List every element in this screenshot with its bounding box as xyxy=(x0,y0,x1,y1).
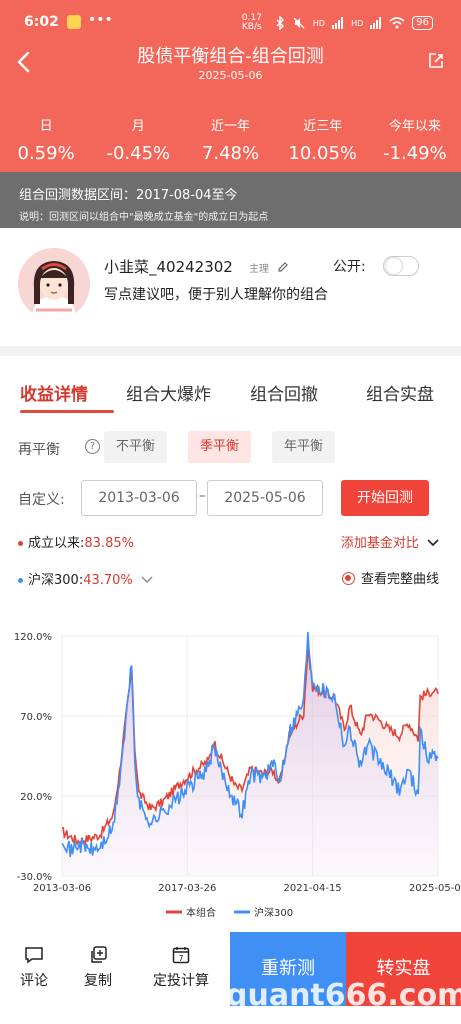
mute-icon xyxy=(293,17,305,29)
more-notifications-icon: ••• xyxy=(88,12,113,28)
signal-hd-2: HD xyxy=(351,18,364,28)
svg-text:7: 7 xyxy=(178,954,183,963)
radio-icon xyxy=(341,572,355,585)
tab-drawdown[interactable]: 组合回撤 xyxy=(250,380,318,405)
stat-month: 月 -0.45% xyxy=(106,119,171,164)
status-time: 6:02 xyxy=(24,14,59,30)
avatar[interactable] xyxy=(18,248,90,320)
wifi-icon xyxy=(389,17,405,29)
tab-bar: 收益详情 组合大爆炸 组合回撤 组合实盘 xyxy=(0,380,461,413)
header-bar: 6:02 ••• 0.17 KB/s HD HD 96 股债平衡组合-组合回测 … xyxy=(0,0,461,172)
backtest-range-note: 说明：回测区间以组合中"最晚成立基金"的成立日为起点 xyxy=(19,212,269,223)
public-label: 公开: xyxy=(333,259,366,275)
net-speed: 0.17 KB/s xyxy=(241,13,262,32)
x-tick-label: 2025-05-06 xyxy=(409,883,461,894)
page-date: 2025-05-06 xyxy=(198,69,263,82)
copy-button[interactable]: 复制 xyxy=(80,946,116,990)
calendar-icon: 7 xyxy=(172,947,190,964)
start-backtest-button[interactable]: 开始回测 xyxy=(341,480,429,516)
watermark: quant666.com xyxy=(226,978,461,1013)
signal-hd-1: HD xyxy=(312,18,326,28)
sip-calc-button[interactable]: 7 定投计算 xyxy=(147,946,215,990)
comment-button[interactable]: 评论 xyxy=(16,946,52,990)
portfolio-description[interactable]: 写点建议吧，便于别人理解你的组合 xyxy=(104,284,344,306)
x-tick-label: 2017-03-26 xyxy=(158,883,216,894)
notification-app-icon xyxy=(67,15,81,29)
sip-calc-label: 定投计算 xyxy=(153,973,209,989)
avatar-illustration xyxy=(18,248,90,320)
y-tick-label: -30.0% xyxy=(17,872,52,883)
rebalance-row: 再平衡 ? 不平衡 季平衡 年平衡 xyxy=(18,431,458,463)
stat-day: 日 0.59% xyxy=(17,119,75,164)
active-tab-indicator xyxy=(20,410,114,413)
owner-tag: 主理 xyxy=(249,264,269,275)
comment-icon xyxy=(25,947,43,964)
y-tick-label: 120.0% xyxy=(14,632,52,643)
portfolio-dot xyxy=(18,541,23,546)
add-fund-label: 添加基金对比 xyxy=(340,536,419,551)
legend-label-portfolio: 本组合 xyxy=(186,906,216,919)
end-date-input[interactable]: 2025-05-06 xyxy=(207,480,323,516)
help-icon[interactable]: ? xyxy=(85,439,100,454)
profile-card: 小韭菜_40242302 主理 公开: 写点建议吧，便于别人理解你的组合 xyxy=(0,228,461,346)
hs300-value: 43.70% xyxy=(83,573,133,588)
return-chart[interactable]: 120.0% 70.0% 20.0% -30.0%2013-03-06 2017-03-… xyxy=(0,624,461,924)
back-icon[interactable] xyxy=(14,50,34,74)
date-separator: – xyxy=(199,488,206,504)
backtest-range-band: 组合回测数据区间：2017-08-04至今 说明：回测区间以组合中"最晚成立基金… xyxy=(0,172,461,228)
y-tick-label: 70.0% xyxy=(20,712,52,723)
stat-3y: 近三年 10.05% xyxy=(288,119,358,164)
stat-1y: 近一年 7.48% xyxy=(201,119,260,164)
share-icon[interactable] xyxy=(427,52,445,70)
add-fund-compare[interactable]: 添加基金对比 xyxy=(341,532,439,551)
signal-icon-2 xyxy=(370,17,382,29)
y-tick-label: 20.0% xyxy=(20,792,52,803)
rebalance-yearly[interactable]: 年平衡 xyxy=(272,431,336,463)
return-stats: 日 0.59% 月 -0.45% 近一年 7.48% 近三年 10.05% 今年以来 -1… xyxy=(0,115,461,164)
username: 小韭菜_40242302 xyxy=(104,258,233,276)
rebalance-quarterly[interactable]: 季平衡 xyxy=(188,431,252,463)
full-curve-toggle[interactable]: 查看完整曲线 xyxy=(341,568,439,587)
tab-returns[interactable]: 收益详情 xyxy=(20,380,88,405)
hs300-compare[interactable]: 沪深300:43.70% xyxy=(18,569,153,588)
tab-explosion[interactable]: 组合大爆炸 xyxy=(126,380,211,405)
copy-label: 复制 xyxy=(84,973,112,989)
custom-range-row: 自定义: 2013-03-06 – 2025-05-06 开始回测 xyxy=(18,480,458,516)
rebalance-label: 再平衡 xyxy=(18,442,60,458)
stat-ytd: 今年以来 -1.49% xyxy=(383,119,447,164)
legend-label-hs300: 沪深300 xyxy=(254,906,293,919)
main-panel: 收益详情 组合大爆炸 组合回撤 组合实盘 再平衡 ? 不平衡 季平衡 年平衡 自… xyxy=(0,356,461,932)
x-tick-label: 2013-03-06 xyxy=(33,883,91,894)
hs300-label: 沪深300: xyxy=(28,573,84,588)
public-toggle[interactable] xyxy=(383,256,419,276)
tab-live[interactable]: 组合实盘 xyxy=(366,380,434,405)
since-inception: 成立以来:83.85% xyxy=(18,532,134,551)
chevron-down-icon xyxy=(427,539,439,547)
custom-label: 自定义: xyxy=(18,492,65,508)
battery-icon: 96 xyxy=(412,16,433,30)
x-tick-label: 2021-04-15 xyxy=(284,883,342,894)
hs300-dot xyxy=(18,578,23,583)
bluetooth-icon xyxy=(276,16,284,30)
status-bar: 6:02 ••• 0.17 KB/s HD HD 96 xyxy=(0,0,461,40)
rebalance-none[interactable]: 不平衡 xyxy=(104,431,168,463)
since-value: 83.85% xyxy=(84,536,134,551)
page-title: 股债平衡组合-组合回测 xyxy=(137,46,324,67)
backtest-range: 组合回测数据区间：2017-08-04至今 xyxy=(19,188,238,203)
since-label: 成立以来: xyxy=(28,536,85,551)
status-indicators: 0.17 KB/s HD HD 96 xyxy=(242,14,433,32)
full-curve-label: 查看完整曲线 xyxy=(360,572,439,587)
copy-icon xyxy=(91,946,107,963)
signal-icon-1 xyxy=(332,17,344,29)
comment-label: 评论 xyxy=(20,973,48,989)
chevron-down-icon xyxy=(141,576,153,583)
edit-icon[interactable] xyxy=(277,261,289,273)
start-date-input[interactable]: 2013-03-06 xyxy=(81,480,197,516)
